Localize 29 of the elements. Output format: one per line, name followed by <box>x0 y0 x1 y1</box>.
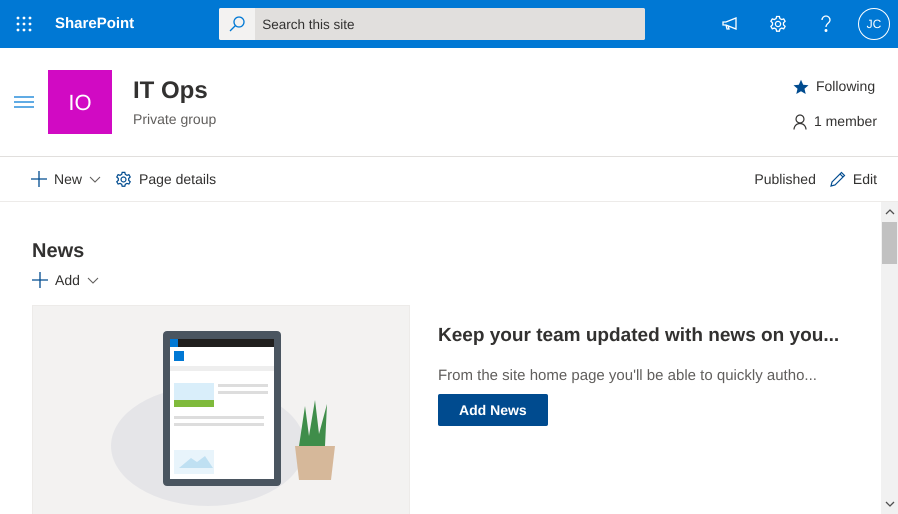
new-button[interactable]: New <box>31 168 102 190</box>
page-details-button[interactable]: Page details <box>115 168 216 190</box>
edit-button[interactable]: Edit <box>830 168 877 190</box>
news-description: From the site home page you'll be able to quickly autho... <box>438 366 818 386</box>
following-button[interactable]: Following <box>792 76 876 97</box>
add-button[interactable]: Add <box>32 270 99 290</box>
scrollbar[interactable] <box>881 202 898 514</box>
pencil-icon <box>830 171 846 187</box>
add-news-button[interactable]: Add News <box>438 394 548 426</box>
chevron-down-icon <box>86 276 99 284</box>
menu-icon[interactable] <box>14 96 34 108</box>
chevron-down-icon <box>89 176 102 182</box>
app-name-link[interactable]: SharePoint <box>55 12 134 36</box>
publish-status: Published <box>754 170 816 188</box>
site-logo: IO <box>48 70 112 134</box>
scrollbar-thumb[interactable] <box>882 222 897 264</box>
members-button[interactable]: 1 member <box>792 111 877 132</box>
site-subtitle: Private group <box>133 110 216 130</box>
scroll-up-icon[interactable] <box>884 209 894 215</box>
person-icon <box>792 114 807 130</box>
scroll-down-icon[interactable] <box>884 501 894 507</box>
news-heading: News <box>32 239 86 264</box>
plus-icon <box>31 171 47 187</box>
search-icon <box>229 16 246 32</box>
plus-icon <box>32 272 48 288</box>
site-title: IT Ops <box>133 77 209 106</box>
news-headline: Keep your team updated with news on you... <box>438 324 840 348</box>
user-avatar[interactable]: JC <box>858 8 890 40</box>
settings-icon <box>115 170 132 188</box>
